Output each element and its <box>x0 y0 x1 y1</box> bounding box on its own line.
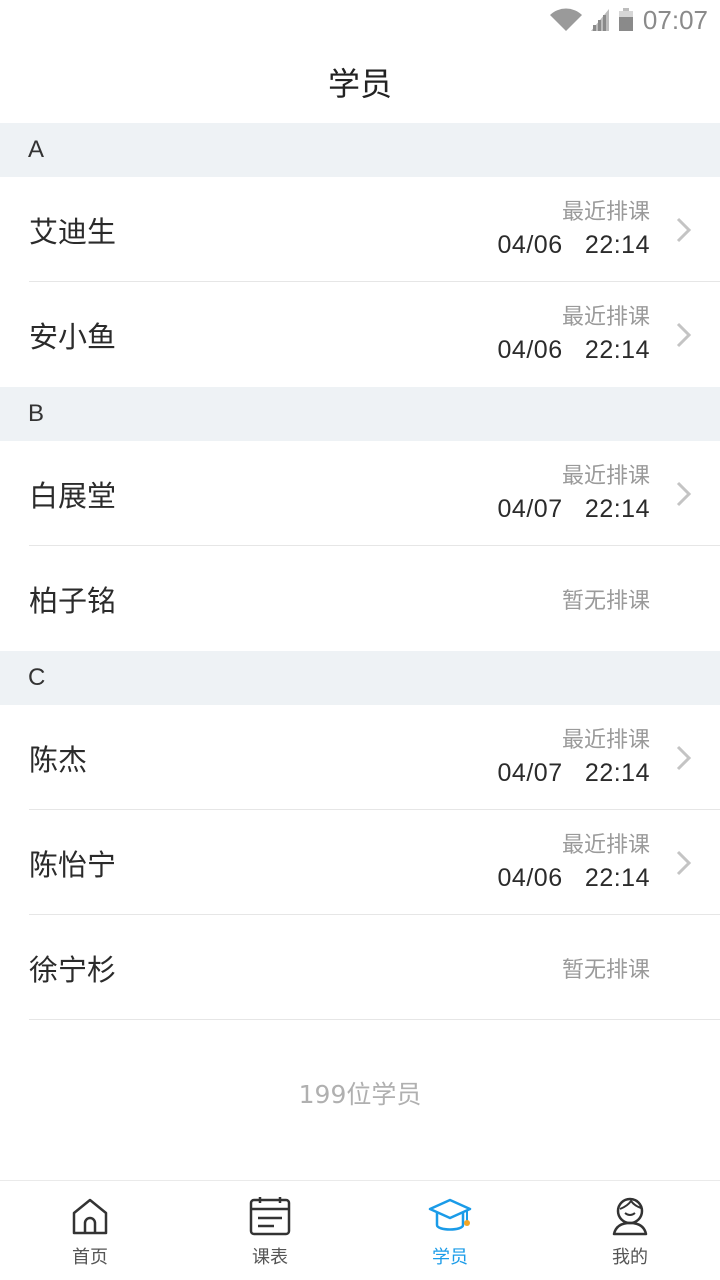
chevron-right-icon <box>676 850 692 875</box>
student-row[interactable]: 陈杰 最近排课 04/07 22:14 <box>0 705 720 810</box>
section-header-b: B <box>0 387 720 441</box>
status-icons <box>549 7 635 33</box>
profile-icon <box>607 1193 653 1239</box>
schedule-label: 最近排课 <box>561 463 650 489</box>
schedule-label: 最近排课 <box>561 727 650 753</box>
chevron-right-icon <box>676 745 692 770</box>
schedule-info: 最近排课 04/07 22:14 <box>498 726 650 790</box>
home-icon <box>67 1193 113 1239</box>
tab-home[interactable]: 首页 <box>0 1181 180 1280</box>
schedule-icon <box>247 1193 293 1239</box>
student-name: 陈怡宁 <box>29 847 117 882</box>
schedule-label: 最近排课 <box>561 832 650 858</box>
student-row[interactable]: 柏子铭 暂无排课 <box>0 546 720 651</box>
student-count: 199位学员 <box>298 1080 422 1109</box>
student-name: 白展堂 <box>29 478 117 513</box>
student-list[interactable]: A 艾迪生 最近排课 04/06 22:14 安小鱼 最近排课 04/06 22… <box>0 123 720 1020</box>
schedule-date: 04/07 22:14 <box>497 494 650 523</box>
tab-profile-label: 我的 <box>612 1247 648 1268</box>
no-schedule-label: 暂无排课 <box>561 957 650 983</box>
page-header: 学员 <box>0 40 720 123</box>
schedule-date: 04/06 22:14 <box>497 863 650 892</box>
student-row[interactable]: 白展堂 最近排课 04/07 22:14 <box>0 441 720 546</box>
cellular-signal-icon <box>590 9 609 31</box>
section-header-a: A <box>0 123 720 177</box>
chevron-right-icon <box>676 481 692 506</box>
tab-schedule[interactable]: 课表 <box>180 1181 360 1280</box>
section-header-c: C <box>0 651 720 705</box>
student-row[interactable]: 安小鱼 最近排课 04/06 22:14 <box>0 282 720 387</box>
schedule-info: 最近排课 04/06 22:14 <box>498 198 650 262</box>
student-name: 安小鱼 <box>29 319 117 354</box>
student-row[interactable]: 陈怡宁 最近排课 04/06 22:14 <box>0 810 720 915</box>
no-schedule-label: 暂无排课 <box>561 588 650 614</box>
tab-profile[interactable]: 我的 <box>540 1181 720 1280</box>
student-name: 艾迪生 <box>29 214 117 249</box>
schedule-info: 最近排课 04/06 22:14 <box>498 303 650 367</box>
tab-students[interactable]: 学员 <box>360 1181 540 1280</box>
row-divider <box>29 1019 720 1020</box>
student-name: 徐宁杉 <box>29 952 117 987</box>
schedule-info: 暂无排课 <box>562 583 650 615</box>
wifi-icon <box>549 8 582 31</box>
schedule-info: 暂无排课 <box>562 952 650 984</box>
schedule-label: 最近排课 <box>561 304 650 330</box>
chevron-right-icon <box>676 217 692 242</box>
student-row[interactable]: 艾迪生 最近排课 04/06 22:14 <box>0 177 720 282</box>
tab-home-label: 首页 <box>72 1247 108 1268</box>
status-time: 07:07 <box>642 4 708 35</box>
chevron-right-icon <box>676 322 692 347</box>
student-name: 陈杰 <box>29 742 88 777</box>
student-name: 柏子铭 <box>29 583 117 618</box>
tab-schedule-label: 课表 <box>252 1247 288 1268</box>
status-bar: 07:07 <box>0 0 720 40</box>
page-title: 学员 <box>327 64 392 103</box>
tab-students-label: 学员 <box>432 1247 468 1268</box>
schedule-info: 最近排课 04/07 22:14 <box>498 462 650 526</box>
graduation-cap-icon <box>427 1193 473 1239</box>
battery-icon <box>618 8 633 31</box>
bottom-tab-bar: 首页 课表 学员 我的 <box>0 1180 720 1280</box>
schedule-label: 最近排课 <box>561 199 650 225</box>
student-row[interactable]: 徐宁杉 暂无排课 <box>0 915 720 1020</box>
schedule-date: 04/06 22:14 <box>497 335 650 364</box>
schedule-date: 04/07 22:14 <box>497 758 650 787</box>
schedule-date: 04/06 22:14 <box>497 230 650 259</box>
schedule-info: 最近排课 04/06 22:14 <box>498 831 650 895</box>
